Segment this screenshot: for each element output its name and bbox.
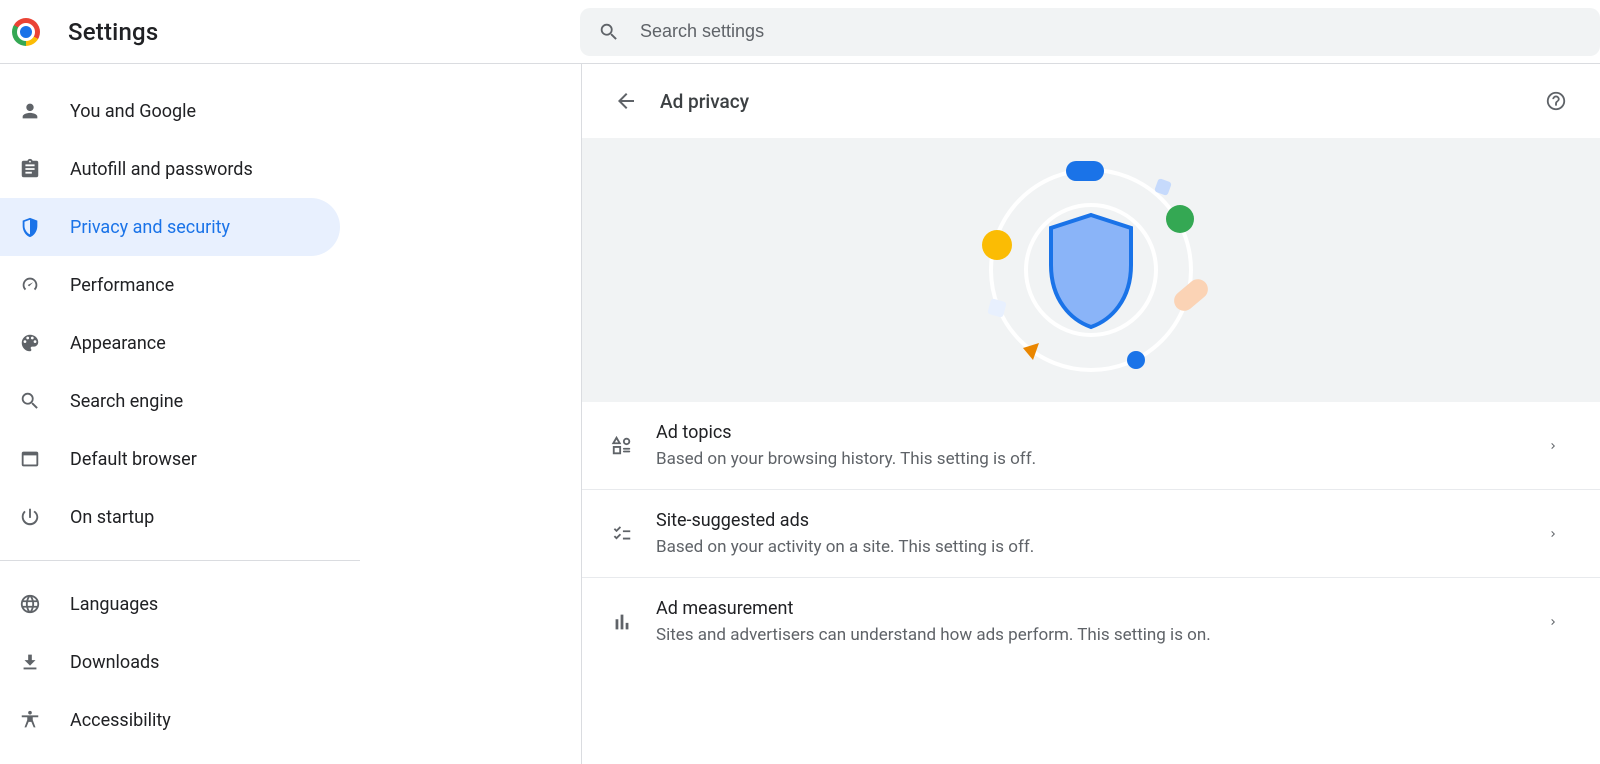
arrow-left-icon: [614, 89, 638, 113]
speedometer-icon: [18, 273, 42, 297]
sidebar-item-performance[interactable]: Performance: [0, 256, 340, 314]
sidebar: You and Google Autofill and passwords Pr…: [0, 64, 582, 764]
palette-icon: [18, 331, 42, 355]
page-title: Ad privacy: [660, 90, 749, 113]
sidebar-item-appearance[interactable]: Appearance: [0, 314, 340, 372]
search-icon: [18, 389, 42, 413]
sidebar-divider: [0, 560, 360, 561]
chrome-logo-icon: [12, 18, 40, 46]
setting-ad-measurement[interactable]: Ad measurement Sites and advertisers can…: [582, 578, 1600, 665]
sidebar-item-label: Privacy and security: [70, 217, 230, 238]
setting-desc: Based on your activity on a site. This s…: [656, 537, 1546, 557]
page-header: Ad privacy: [582, 64, 1600, 138]
sidebar-item-label: You and Google: [70, 101, 196, 122]
sidebar-item-accessibility[interactable]: Accessibility: [0, 691, 340, 749]
sidebar-item-label: On startup: [70, 507, 154, 528]
hero-illustration: [582, 138, 1600, 402]
shield-icon: [18, 215, 42, 239]
sidebar-item-you-and-google[interactable]: You and Google: [0, 82, 340, 140]
sidebar-item-downloads[interactable]: Downloads: [0, 633, 340, 691]
sidebar-item-label: Accessibility: [70, 710, 171, 731]
help-button[interactable]: [1542, 87, 1570, 115]
sidebar-item-default-browser[interactable]: Default browser: [0, 430, 340, 488]
sidebar-item-search-engine[interactable]: Search engine: [0, 372, 340, 430]
chevron-right-icon: [1546, 527, 1560, 541]
bar-chart-icon: [610, 610, 634, 634]
accessibility-icon: [18, 708, 42, 732]
checklist-icon: [610, 522, 634, 546]
power-icon: [18, 505, 42, 529]
clipboard-icon: [18, 157, 42, 181]
sidebar-item-label: Performance: [70, 275, 174, 296]
sidebar-item-label: Downloads: [70, 652, 159, 673]
sidebar-item-label: Search engine: [70, 391, 183, 412]
download-icon: [18, 650, 42, 674]
topbar: Settings: [0, 0, 1600, 64]
app-title: Settings: [68, 18, 158, 46]
setting-desc: Sites and advertisers can understand how…: [656, 625, 1546, 645]
chevron-right-icon: [1546, 439, 1560, 453]
shapes-icon: [610, 434, 634, 458]
search-input[interactable]: [640, 21, 1582, 42]
search-icon: [598, 21, 620, 43]
setting-title: Ad topics: [656, 422, 1546, 443]
sidebar-item-label: Autofill and passwords: [70, 159, 253, 180]
globe-icon: [18, 592, 42, 616]
sidebar-item-languages[interactable]: Languages: [0, 575, 340, 633]
main-content: Ad privacy: [582, 64, 1600, 764]
sidebar-item-label: Default browser: [70, 449, 197, 470]
sidebar-item-label: Languages: [70, 594, 158, 615]
person-icon: [18, 99, 42, 123]
sidebar-item-on-startup[interactable]: On startup: [0, 488, 340, 546]
back-button[interactable]: [612, 87, 640, 115]
privacy-shield-illustration-icon: [961, 155, 1221, 385]
browser-window-icon: [18, 447, 42, 471]
setting-title: Site-suggested ads: [656, 510, 1546, 531]
help-circle-icon: [1545, 90, 1567, 112]
sidebar-item-label: Appearance: [70, 333, 166, 354]
sidebar-item-autofill[interactable]: Autofill and passwords: [0, 140, 340, 198]
search-box[interactable]: [580, 8, 1600, 56]
setting-site-suggested-ads[interactable]: Site-suggested ads Based on your activit…: [582, 490, 1600, 578]
chevron-right-icon: [1546, 615, 1560, 629]
setting-desc: Based on your browsing history. This set…: [656, 449, 1546, 469]
setting-title: Ad measurement: [656, 598, 1546, 619]
sidebar-item-privacy-security[interactable]: Privacy and security: [0, 198, 340, 256]
setting-ad-topics[interactable]: Ad topics Based on your browsing history…: [582, 402, 1600, 490]
